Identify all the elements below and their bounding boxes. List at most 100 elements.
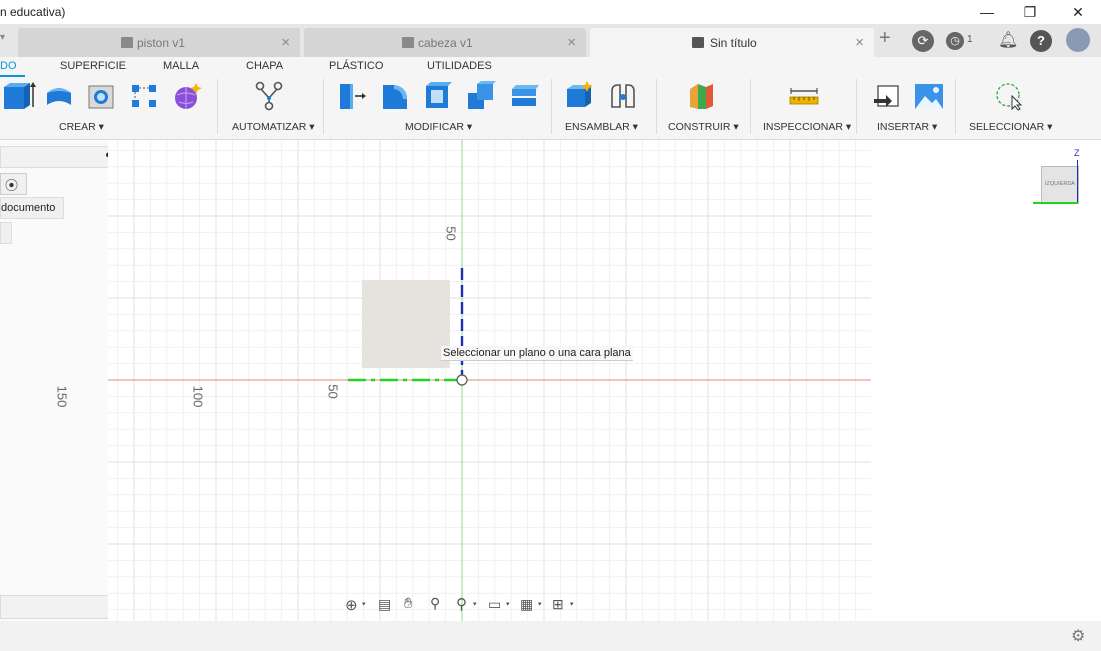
group-crear[interactable]: CREAR ▾: [59, 121, 104, 133]
ribbon-tab-malla[interactable]: MALLA: [163, 60, 199, 72]
zoom-icon[interactable]: ⚲: [430, 595, 440, 612]
axis-label: 150: [54, 385, 70, 408]
close-tab-icon[interactable]: ×: [855, 34, 864, 51]
ribbon-tab-plastico[interactable]: PLÁSTICO: [329, 60, 383, 72]
help-icon[interactable]: ?: [1030, 30, 1052, 52]
browser-panel: ● ⁞ ⦿ documento ● ⁞: [0, 140, 128, 621]
chevron-down-icon[interactable]: ▾: [506, 600, 510, 608]
measure-icon[interactable]: [789, 81, 819, 111]
group-ensamblar[interactable]: ENSAMBLAR ▾: [565, 121, 638, 133]
notifications-icon[interactable]: 🔔︎: [998, 30, 1018, 50]
sketch-plane-preview[interactable]: [362, 280, 450, 368]
look-at-icon[interactable]: ▤: [378, 596, 391, 613]
ribbon-tab-chapa[interactable]: CHAPA: [246, 60, 283, 72]
viewcube-y-axis: [1033, 202, 1078, 204]
viewcube-face-label: IZQUIERDA: [1045, 181, 1075, 187]
insert-canvas-icon[interactable]: [914, 81, 944, 111]
tab-cabeza[interactable]: cabeza v1 ×: [304, 28, 586, 57]
component-icon: [692, 37, 704, 48]
ribbon-tab-superficie[interactable]: SUPERFICIE: [60, 60, 126, 72]
shell-icon[interactable]: [423, 81, 453, 111]
toolbar-ribbon: DO SUPERFICIE MALLA CHAPA PLÁSTICO UTILI…: [0, 57, 1101, 140]
chevron-down-icon[interactable]: ▾: [362, 600, 366, 608]
joint-icon[interactable]: [608, 81, 638, 111]
group-automatizar[interactable]: AUTOMATIZAR ▾: [232, 121, 314, 133]
select-icon[interactable]: [994, 81, 1024, 111]
tab-label: piston v1: [137, 36, 186, 50]
tab-menu-chevron-icon[interactable]: ▾: [0, 32, 5, 43]
chevron-down-icon[interactable]: ▾: [570, 600, 574, 608]
orbit-icon[interactable]: ⊕: [345, 596, 358, 614]
chevron-down-icon[interactable]: ▾: [538, 600, 542, 608]
tab-piston[interactable]: piston v1 ×: [18, 28, 300, 57]
separator: [856, 79, 857, 134]
ribbon-tab-utilidades[interactable]: UTILIDADES: [427, 60, 492, 72]
viewcube-z-axis: [1077, 160, 1078, 202]
extrude-icon[interactable]: [2, 81, 36, 111]
separator: [323, 79, 324, 134]
job-count: 1: [967, 34, 973, 45]
new-component-icon[interactable]: [565, 81, 595, 111]
user-avatar[interactable]: [1066, 28, 1090, 52]
separator: [656, 79, 657, 134]
group-inspeccionar[interactable]: INSPECCIONAR ▾: [763, 121, 851, 133]
visibility-radio-icon[interactable]: ⦿: [5, 175, 18, 194]
viewports-icon[interactable]: ⊞: [552, 596, 564, 613]
pan-icon[interactable]: ✋︎: [404, 595, 413, 612]
create-form-icon[interactable]: [172, 81, 202, 111]
viewcube[interactable]: IZQUIERDA: [1041, 166, 1079, 204]
grid-settings-icon[interactable]: ▦: [520, 596, 533, 613]
tab-label: Sin título: [710, 36, 757, 50]
component-icon: [121, 37, 133, 48]
design-canvas[interactable]: [108, 140, 871, 621]
close-button[interactable]: ✕: [1066, 2, 1090, 22]
axis-label: 50: [443, 226, 459, 241]
tab-sin-titulo[interactable]: Sin título ×: [590, 28, 874, 57]
group-seleccionar[interactable]: SELECCIONAR ▾: [969, 121, 1052, 133]
gear-icon[interactable]: ⚙: [1071, 626, 1085, 646]
viewcube-area: IZQUIERDA Z: [871, 140, 1101, 621]
document-settings[interactable]: ⦿: [0, 173, 27, 195]
job-status-icon[interactable]: ◷: [946, 32, 964, 50]
revolve-icon[interactable]: [44, 81, 74, 111]
automate-icon[interactable]: [254, 81, 284, 111]
separator: [217, 79, 218, 134]
chevron-down-icon[interactable]: ▾: [473, 600, 477, 608]
selection-tooltip: Seleccionar un plano o una cara plana: [441, 346, 633, 361]
minimize-button[interactable]: —: [975, 2, 999, 22]
title-bar: n educativa) — ❐ ✕: [0, 0, 1101, 24]
origin-point[interactable]: [456, 374, 468, 386]
tab-label: cabeza v1: [418, 36, 473, 50]
fillet-icon[interactable]: [380, 81, 410, 111]
ribbon-tab-solido[interactable]: DO: [0, 60, 17, 72]
axis-label: 100: [190, 385, 206, 408]
separator: [750, 79, 751, 134]
component-icon: [402, 37, 414, 48]
offset-face-icon[interactable]: [509, 81, 539, 111]
new-tab-plus-icon[interactable]: +: [879, 27, 891, 50]
browser-item[interactable]: documento: [0, 197, 64, 219]
display-settings-icon[interactable]: ▭: [488, 596, 501, 613]
combine-icon[interactable]: [466, 81, 496, 111]
document-tab-bar: ▾ piston v1 × cabeza v1 × Sin título × +: [0, 24, 1101, 57]
browser-item-stub[interactable]: [0, 222, 12, 244]
extensions-icon[interactable]: ⟳: [912, 30, 934, 52]
zoom-window-icon[interactable]: ⚲: [456, 595, 467, 613]
window-title: n educativa): [0, 5, 66, 19]
press-pull-icon[interactable]: [337, 81, 367, 111]
pattern-icon[interactable]: [129, 81, 159, 111]
hole-icon[interactable]: [86, 81, 116, 111]
group-insertar[interactable]: INSERTAR ▾: [877, 121, 937, 133]
close-tab-icon[interactable]: ×: [567, 34, 576, 51]
construct-plane-icon[interactable]: [686, 81, 716, 111]
separator: [551, 79, 552, 134]
group-modificar[interactable]: MODIFICAR ▾: [405, 121, 472, 133]
separator: [955, 79, 956, 134]
insert-derive-icon[interactable]: [872, 81, 902, 111]
restore-button[interactable]: ❐: [1018, 2, 1042, 22]
active-tab-underline: [0, 75, 25, 77]
close-tab-icon[interactable]: ×: [281, 34, 290, 51]
group-construir[interactable]: CONSTRUIR ▾: [668, 121, 739, 133]
viewcube-z-label: Z: [1074, 148, 1080, 158]
axis-label: 50: [325, 384, 341, 399]
